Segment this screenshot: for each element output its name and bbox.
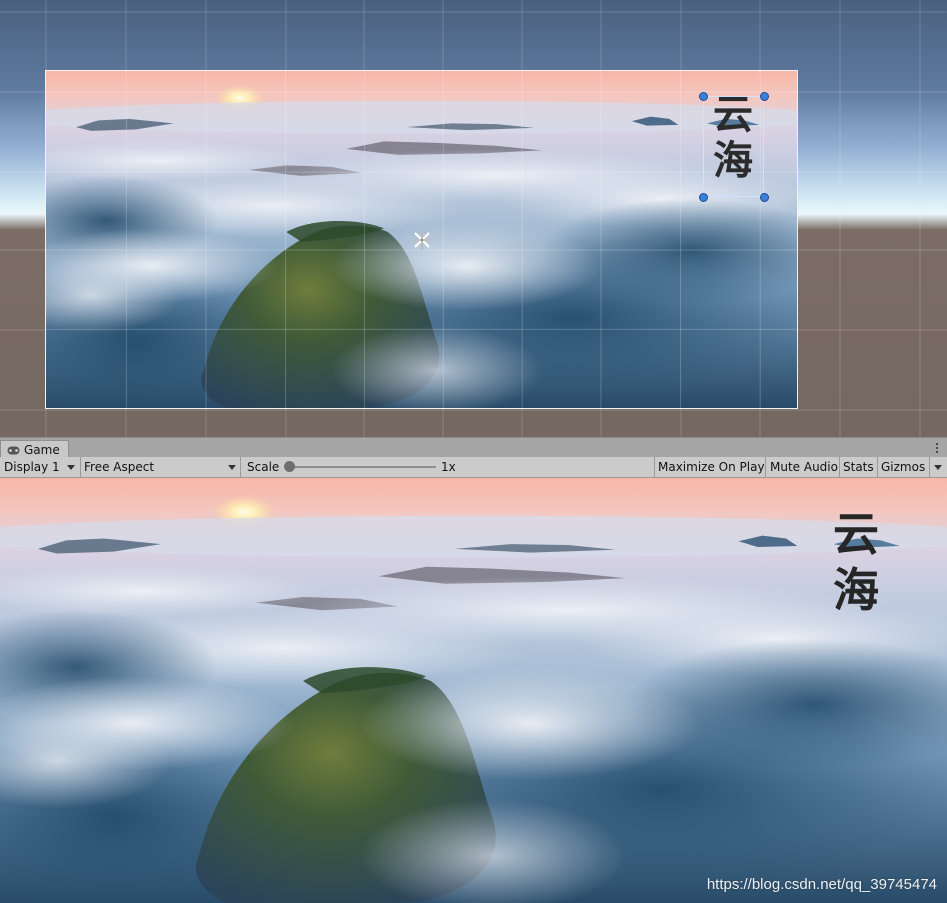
move-gizmo-icon[interactable] <box>410 228 434 252</box>
rect-handle-top-right[interactable] <box>760 92 769 101</box>
rect-transform-box[interactable] <box>703 96 764 197</box>
maximize-on-play-toggle[interactable]: Maximize On Play <box>654 457 765 477</box>
chevron-down-icon <box>228 465 236 470</box>
scale-slider-thumb[interactable] <box>284 461 295 472</box>
more-options-icon[interactable] <box>935 441 939 455</box>
rect-handle-bottom-left[interactable] <box>699 193 708 202</box>
mute-audio-toggle[interactable]: Mute Audio <box>766 457 839 477</box>
aspect-dropdown[interactable]: Free Aspect <box>80 457 240 477</box>
game-tab-bar: Game <box>0 437 947 459</box>
cloud-sea-image <box>0 478 947 903</box>
rect-handle-top-left[interactable] <box>699 92 708 101</box>
game-view[interactable]: 云 海 https://blog.csdn.net/qq_39745474 <box>0 478 947 903</box>
watermark-text: https://blog.csdn.net/qq_39745474 <box>706 876 937 893</box>
scale-value: 1x <box>441 460 456 474</box>
divider <box>929 457 930 477</box>
gamepad-icon <box>7 446 20 454</box>
game-toolbar: Display 1 Free Aspect Scale 1x Maximize … <box>0 457 947 478</box>
title-text-game: 云 海 <box>826 506 886 618</box>
tab-game-label: Game <box>24 443 60 457</box>
title-char-2: 海 <box>833 563 879 617</box>
title-char-1: 云 <box>833 507 879 561</box>
display-dropdown-label: Display 1 <box>4 460 60 474</box>
scale-slider-track[interactable] <box>290 466 436 468</box>
rect-handle-bottom-right[interactable] <box>760 193 769 202</box>
gizmos-toggle[interactable]: Gizmos <box>877 457 929 477</box>
stats-toggle[interactable]: Stats <box>839 457 877 477</box>
gizmos-dropdown-icon[interactable] <box>934 465 942 470</box>
divider <box>240 457 241 477</box>
chevron-down-icon <box>67 465 75 470</box>
aspect-dropdown-label: Free Aspect <box>84 460 155 474</box>
scene-view[interactable]: 云 海 <box>0 0 947 437</box>
display-dropdown[interactable]: Display 1 <box>0 457 80 477</box>
scale-label: Scale <box>247 460 280 474</box>
